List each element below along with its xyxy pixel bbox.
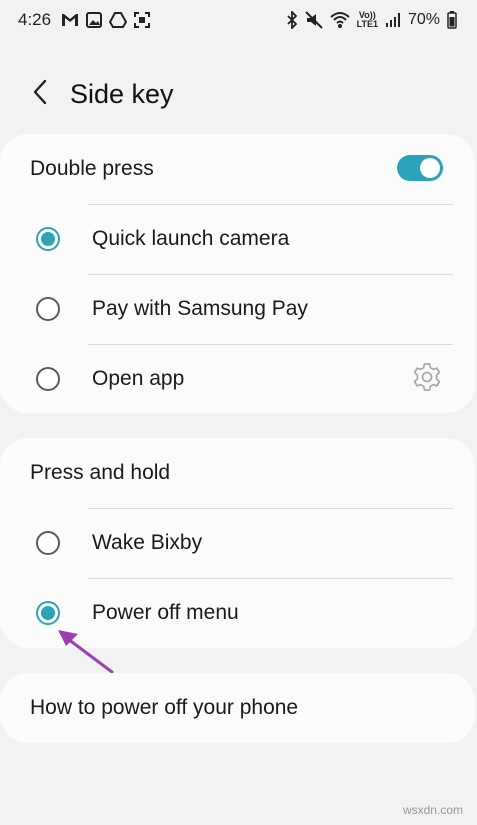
screenshot-icon — [134, 12, 151, 28]
radio-wake-bixby[interactable] — [36, 531, 60, 555]
option-quick-launch-camera[interactable]: Quick launch camera — [0, 204, 475, 274]
status-bar: 4:26 Vo)) LTE1 70% — [0, 0, 477, 40]
battery-percent: 70% — [407, 11, 440, 28]
divider — [88, 274, 453, 275]
status-time: 4:26 — [18, 10, 52, 29]
divider — [88, 344, 453, 345]
radio-open-app[interactable] — [36, 367, 60, 391]
option-open-app[interactable]: Open app — [0, 344, 475, 413]
divider — [88, 204, 453, 205]
open-app-settings-button[interactable] — [411, 361, 443, 398]
drive-icon — [109, 12, 128, 28]
signal-icon — [385, 12, 401, 28]
radio-pay-with-samsung-pay[interactable] — [36, 297, 60, 321]
back-button[interactable] — [14, 68, 66, 120]
help-link-card: How to power off your phone — [0, 673, 475, 743]
how-to-power-off-link[interactable]: How to power off your phone — [0, 673, 475, 743]
option-label: Quick launch camera — [92, 227, 290, 250]
mute-icon — [304, 11, 323, 29]
radio-quick-launch-camera[interactable] — [36, 227, 60, 251]
double-press-toggle[interactable] — [397, 155, 443, 181]
volte-line2: LTE1 — [356, 19, 378, 29]
help-link-label: How to power off your phone — [30, 696, 299, 719]
status-left: 4:26 — [18, 10, 151, 30]
press-and-hold-label: Press and hold — [30, 461, 171, 484]
volte-icon: Vo)) LTE1 — [357, 11, 378, 29]
double-press-label: Double press — [30, 157, 154, 180]
toggle-knob — [420, 158, 440, 178]
status-right: Vo)) LTE1 70% — [286, 11, 457, 29]
back-arrow-icon — [32, 79, 48, 110]
double-press-card: Double press Quick launch camera Pay wit… — [0, 134, 475, 413]
watermark: wsxdn.com — [402, 803, 463, 817]
double-press-row[interactable]: Double press — [0, 134, 475, 204]
option-label: Open app — [92, 367, 185, 390]
option-label: Pay with Samsung Pay — [92, 297, 308, 320]
gear-icon — [411, 361, 443, 398]
option-pay-with-samsung-pay[interactable]: Pay with Samsung Pay — [0, 274, 475, 344]
press-and-hold-header: Press and hold — [0, 438, 475, 508]
divider — [88, 578, 453, 579]
wifi-icon — [329, 11, 350, 29]
gallery-icon — [86, 12, 103, 28]
option-label: Wake Bixby — [92, 531, 203, 554]
bluetooth-icon — [286, 11, 298, 29]
divider — [88, 508, 453, 509]
press-and-hold-card: Press and hold Wake Bixby Power off menu — [0, 438, 475, 648]
option-wake-bixby[interactable]: Wake Bixby — [0, 508, 475, 578]
gmail-icon — [61, 13, 79, 27]
page-title: Side key — [70, 78, 174, 109]
side-key-settings-screen: 4:26 Vo)) LTE1 70% Side key Double press… — [0, 0, 477, 825]
header: Side key — [0, 62, 477, 126]
battery-icon — [447, 11, 457, 29]
